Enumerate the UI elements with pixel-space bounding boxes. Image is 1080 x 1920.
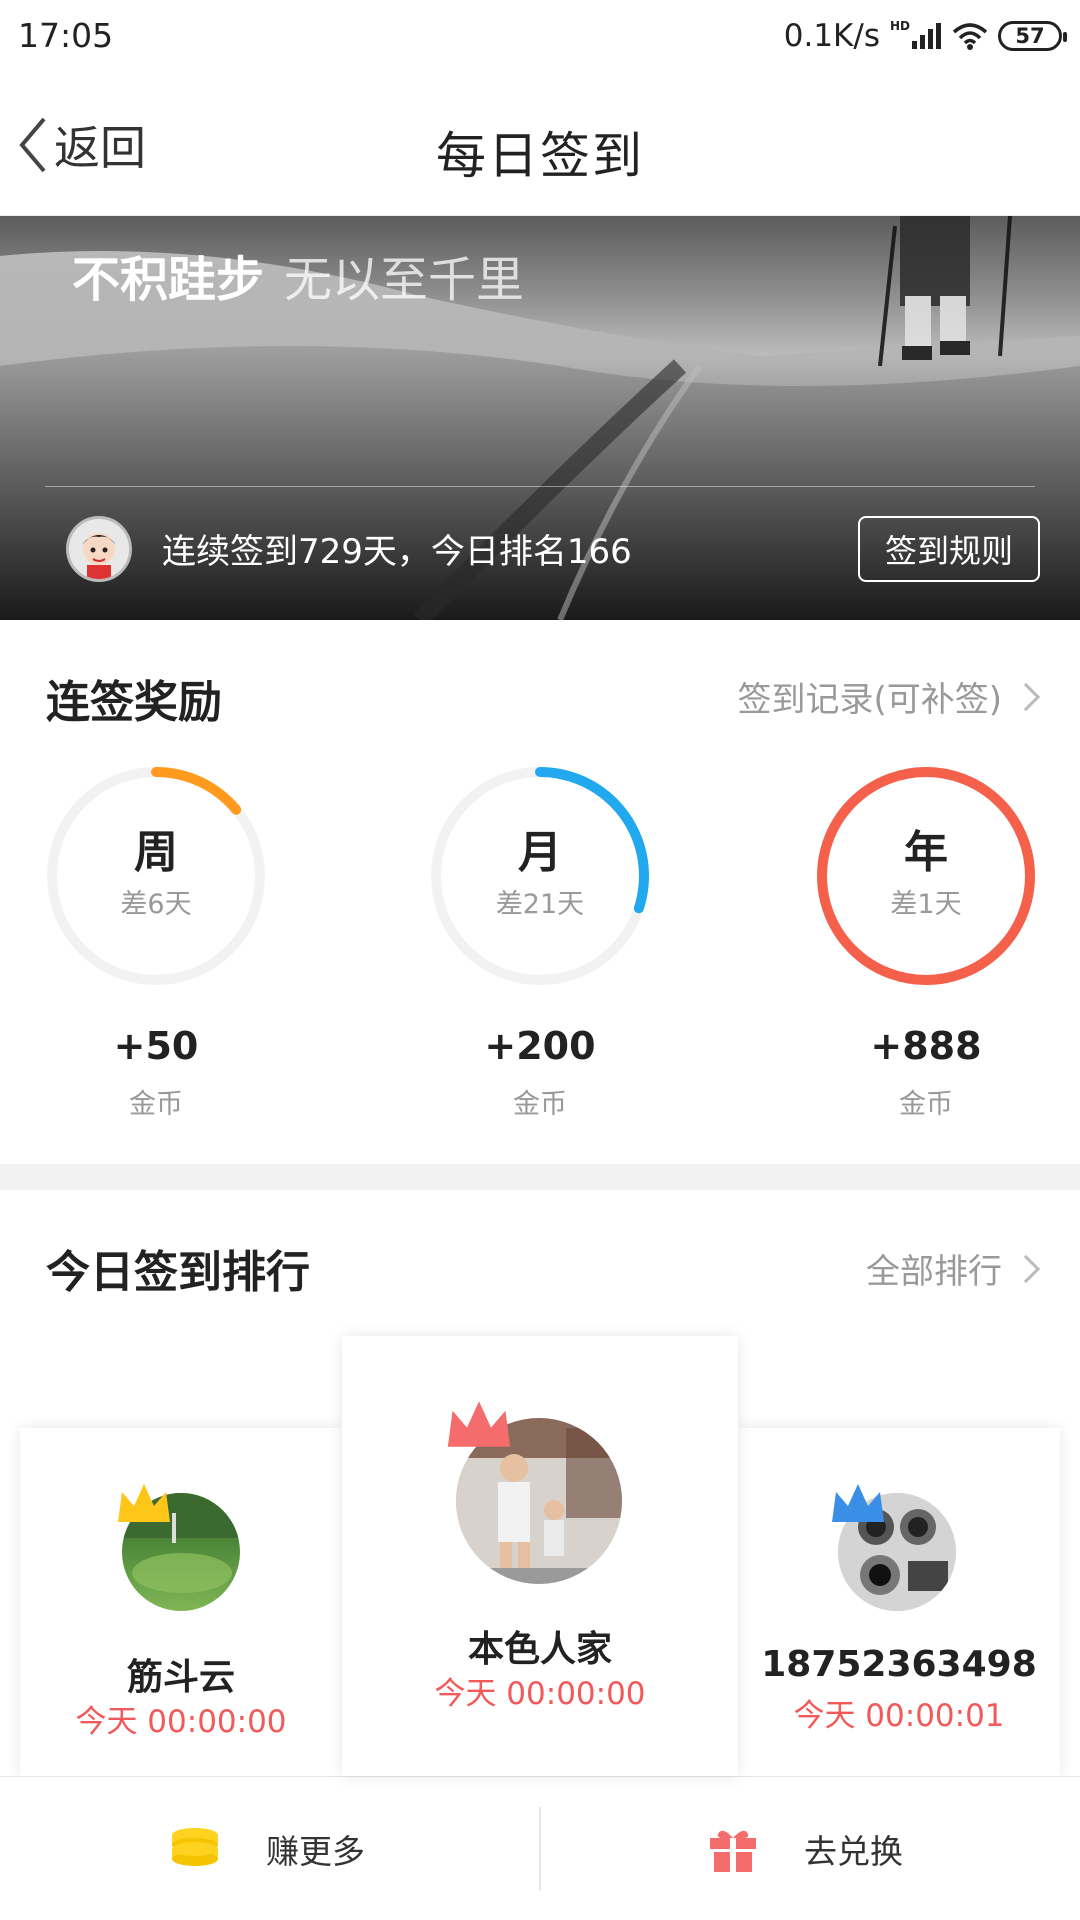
reward-month: +200 金币 bbox=[428, 1024, 652, 1121]
network-speed: 0.1K/s bbox=[783, 18, 880, 54]
page-title: 每日签到 bbox=[436, 127, 644, 185]
bottom-bar: 赚更多 去兑换 bbox=[0, 1776, 1080, 1920]
status-bar: 17:05 0.1K/s HD 57 bbox=[0, 0, 1080, 72]
reward-ring-week: 周 差6天 bbox=[44, 764, 268, 988]
ranking-title: 今日签到排行 bbox=[46, 1247, 310, 1298]
rank-time-second: 今天 00:00:00 bbox=[75, 1704, 287, 1740]
earn-more-button[interactable]: 赚更多 bbox=[170, 1777, 365, 1920]
reward-unit-year: 金币 bbox=[899, 1089, 953, 1120]
banner-slogan: 不积跬步 无以至千里 bbox=[72, 240, 524, 310]
rank-time-first: 今天 00:00:00 bbox=[434, 1676, 646, 1712]
user-avatar[interactable] bbox=[66, 516, 132, 582]
reward-week: +50 金币 bbox=[44, 1024, 268, 1121]
all-ranking-link[interactable]: 全部排行 bbox=[866, 1244, 1041, 1293]
exchange-label: 去兑换 bbox=[804, 1832, 903, 1871]
chevron-right-icon bbox=[1011, 682, 1041, 711]
rank-card-second[interactable]: 筋斗云 今天 00:00:00 bbox=[20, 1428, 342, 1776]
streak-status: 连续签到729天，今日排名166 bbox=[162, 532, 632, 572]
earn-more-label: 赚更多 bbox=[266, 1832, 365, 1871]
battery-icon: 57 bbox=[998, 21, 1067, 51]
rank-name-second: 筋斗云 bbox=[126, 1657, 235, 1698]
ring-remaining-month: 差21天 bbox=[495, 889, 585, 920]
section-divider bbox=[0, 1164, 1080, 1190]
status-indicators: 0.1K/s HD 57 bbox=[783, 14, 1067, 58]
bottom-bar-separator bbox=[539, 1807, 541, 1891]
crown-icon bbox=[118, 1484, 170, 1522]
hd-label: HD bbox=[889, 19, 910, 33]
slogan-main: 不积跬步 bbox=[72, 252, 265, 308]
reward-ring-month: 月 差21天 bbox=[428, 764, 652, 988]
signal-icon bbox=[912, 23, 941, 49]
ring-remaining-week: 差6天 bbox=[120, 889, 192, 920]
cartoon-avatar-icon bbox=[69, 519, 129, 579]
reward-amount-week: +50 bbox=[113, 1024, 199, 1068]
wifi-icon bbox=[952, 23, 988, 50]
banner: 不积跬步 无以至千里 连续签到729天，今日排名166 签到规则 bbox=[0, 216, 1080, 620]
all-ranking-label: 全部排行 bbox=[866, 1252, 1002, 1292]
checkin-record-label: 签到记录(可补签) bbox=[737, 680, 1002, 720]
banner-divider bbox=[45, 486, 1035, 487]
slogan-sub: 无以至千里 bbox=[284, 252, 525, 308]
coins-icon bbox=[172, 1828, 218, 1866]
ring-label-year: 年 bbox=[904, 827, 948, 878]
rank-card-third[interactable]: 18752363498 今天 00:00:01 bbox=[738, 1428, 1060, 1776]
reward-ring-year: 年 差1天 bbox=[814, 764, 1038, 988]
checkin-record-link[interactable]: 签到记录(可补签) bbox=[737, 672, 1041, 721]
rewards-title: 连签奖励 bbox=[46, 677, 222, 728]
gift-icon bbox=[710, 1830, 756, 1872]
reward-unit-month: 金币 bbox=[513, 1089, 567, 1120]
reward-year: +888 金币 bbox=[814, 1024, 1038, 1121]
crown-icon bbox=[447, 1401, 511, 1447]
rank-name-first: 本色人家 bbox=[467, 1629, 612, 1670]
status-time: 17:05 bbox=[18, 16, 114, 55]
nav-bar: 返回 每日签到 bbox=[0, 72, 1080, 216]
reward-unit-week: 金币 bbox=[129, 1089, 183, 1120]
rank-card-first[interactable]: 本色人家 今天 00:00:00 bbox=[342, 1336, 738, 1776]
rank-time-third: 今天 00:00:01 bbox=[793, 1698, 1005, 1734]
checkin-rules-button[interactable]: 签到规则 bbox=[858, 516, 1040, 582]
reward-amount-year: +888 bbox=[870, 1024, 982, 1068]
exchange-button[interactable]: 去兑换 bbox=[708, 1777, 903, 1920]
rank-name-third: 18752363498 bbox=[761, 1644, 1037, 1685]
chevron-right-icon bbox=[1011, 1254, 1041, 1283]
reward-amount-month: +200 bbox=[484, 1024, 596, 1068]
ring-remaining-year: 差1天 bbox=[890, 889, 962, 920]
ring-label-month: 月 bbox=[518, 827, 562, 878]
ring-label-week: 周 bbox=[134, 827, 178, 878]
crown-icon bbox=[832, 1484, 884, 1522]
